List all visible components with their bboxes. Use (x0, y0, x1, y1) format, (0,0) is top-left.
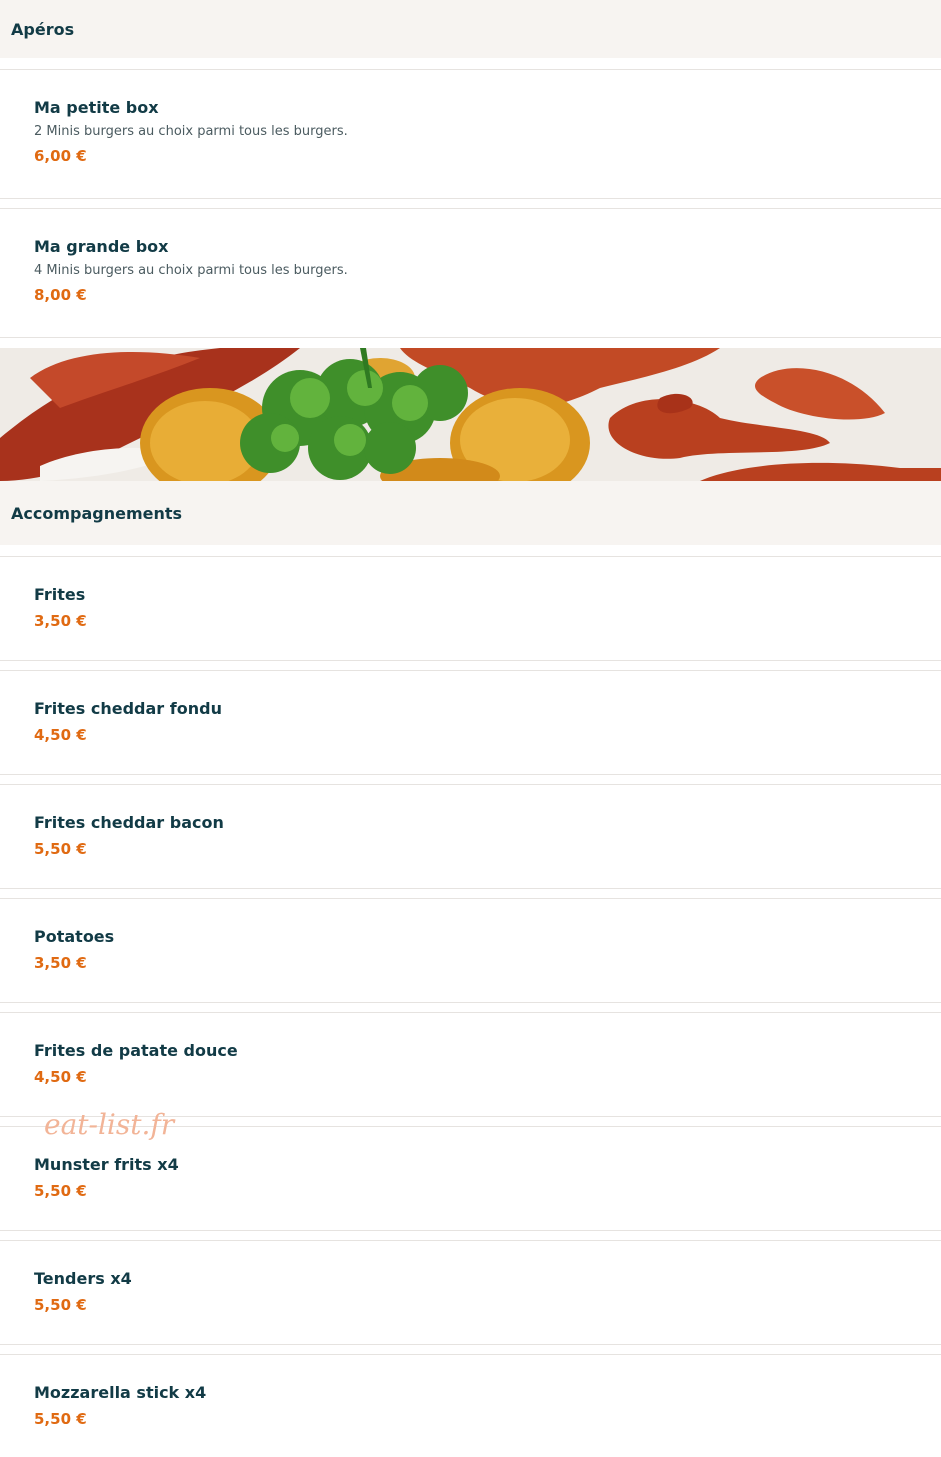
menu-item[interactable]: Ma grande box 4 Minis burgers au choix p… (0, 208, 941, 338)
menu-item[interactable]: Potatoes 3,50 € (0, 898, 941, 1003)
item-price: 6,00 € (34, 147, 87, 165)
menu-item[interactable]: Frites 3,50 € (0, 556, 941, 661)
food-photo (0, 348, 941, 481)
item-price: 5,50 € (34, 1410, 87, 1428)
item-description: 4 Minis burgers au choix parmi tous les … (34, 263, 348, 278)
menu-item[interactable]: Frites cheddar bacon 5,50 € (0, 784, 941, 889)
item-name: Ma grande box (34, 237, 169, 256)
item-name: Frites cheddar bacon (34, 813, 224, 832)
section-header-accompagnements: Accompagnements (0, 481, 941, 545)
section-banner-image (0, 348, 941, 481)
section-title: Accompagnements (11, 503, 183, 523)
menu-item[interactable]: Frites cheddar fondu 4,50 € (0, 670, 941, 775)
menu-item[interactable]: Munster frits x4 5,50 € (0, 1126, 941, 1231)
menu-item[interactable]: Frites de patate douce 4,50 € (0, 1012, 941, 1117)
menu-item[interactable]: Tenders x4 5,50 € (0, 1240, 941, 1345)
item-name: Frites (34, 585, 86, 604)
item-price: 5,50 € (34, 840, 87, 858)
item-price: 5,50 € (34, 1296, 87, 1314)
item-name: Mozzarella stick x4 (34, 1383, 207, 1402)
section-header-aperos: Apéros (0, 0, 941, 58)
menu-item[interactable]: Mozzarella stick x4 5,50 € (0, 1354, 941, 1457)
item-price: 3,50 € (34, 954, 87, 972)
item-description: 2 Minis burgers au choix parmi tous les … (34, 124, 348, 139)
item-price: 4,50 € (34, 1068, 87, 1086)
item-price: 8,00 € (34, 286, 87, 304)
item-name: Ma petite box (34, 98, 159, 117)
item-price: 5,50 € (34, 1182, 87, 1200)
item-name: Potatoes (34, 927, 115, 946)
watermark: eat-list.fr (44, 1108, 175, 1141)
item-name: Frites cheddar fondu (34, 699, 222, 718)
item-name: Munster frits x4 (34, 1155, 179, 1174)
item-name: Tenders x4 (34, 1269, 132, 1288)
item-price: 3,50 € (34, 612, 87, 630)
section-title: Apéros (11, 19, 75, 39)
item-name: Frites de patate douce (34, 1041, 238, 1060)
item-price: 4,50 € (34, 726, 87, 744)
menu-item[interactable]: Ma petite box 2 Minis burgers au choix p… (0, 69, 941, 199)
